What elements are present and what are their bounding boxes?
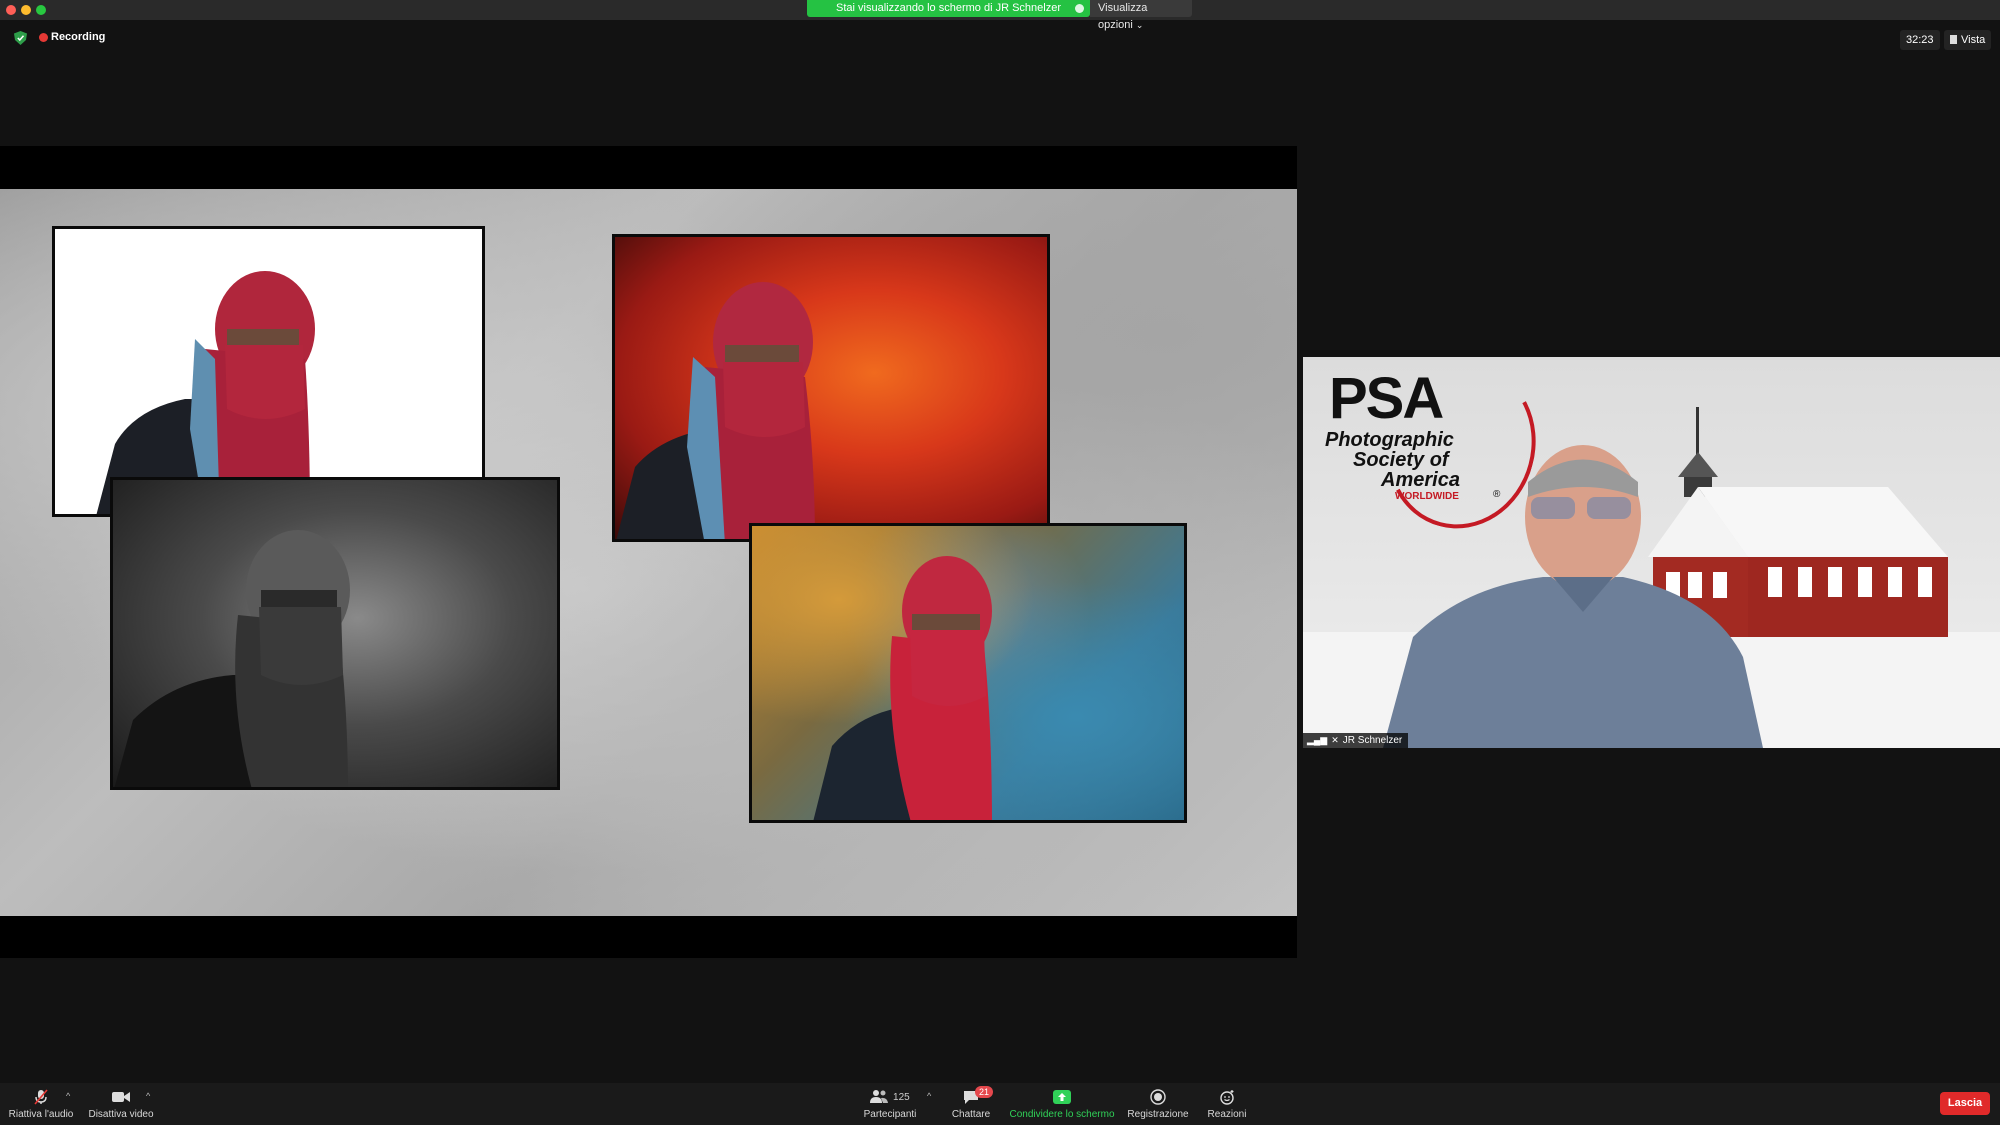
video-options-caret-icon[interactable]: ^ [146,1091,150,1101]
stop-video-button[interactable]: Disattiva video [86,1083,156,1125]
record-button[interactable]: Registrazione [1124,1083,1192,1125]
view-button-label: Vista [1961,34,1986,46]
chat-button[interactable]: Chattare 21 [945,1083,997,1125]
share-screen-button[interactable]: Condividere lo schermo [1008,1083,1116,1125]
recording-dot-icon [39,33,48,42]
speaker-video[interactable]: PSA Photographic Society of America WORL… [1303,357,2000,748]
chat-label: Chattare [951,1109,991,1120]
record-icon [1150,1089,1166,1105]
photo-painterly [749,523,1187,823]
close-window-button[interactable] [6,5,16,15]
unmute-label: Riattiva l'audio [8,1109,74,1120]
pin-icon: ✕ [1331,735,1339,745]
shield-icon[interactable] [14,31,27,45]
meeting-timer: 32:23 [1900,30,1940,50]
video-camera-icon [112,1092,130,1102]
shared-screen [0,146,1297,958]
participants-count: 125 [893,1092,910,1103]
participant-name: JR Schnelzer [1342,735,1403,746]
microphone-muted-icon [34,1089,48,1105]
psa-logo-text: PSA [1329,366,1444,431]
chevron-down-icon: ⌄ [1135,20,1144,30]
view-options-button[interactable]: Visualizza opzioni ⌄ [1090,0,1192,31]
share-banner-text: Stai visualizzando lo schermo di JR Schn… [836,2,1061,14]
share-screen-icon [1053,1090,1071,1104]
slide-background [0,189,1297,916]
record-label: Registrazione [1127,1109,1189,1120]
view-button[interactable]: Vista [1944,30,1992,50]
stop-video-label: Disattiva video [88,1109,154,1120]
fullscreen-window-button[interactable] [36,5,46,15]
participants-button[interactable]: 125 Partecipanti [860,1083,920,1125]
leave-meeting-button[interactable]: Lascia [1940,1092,1990,1115]
screen-share-banner: Stai visualizzando lo schermo di JR Schn… [807,0,1090,17]
share-screen-label: Condividere lo schermo [1009,1109,1115,1120]
participants-label: Partecipanti [863,1109,917,1120]
audio-options-caret-icon[interactable]: ^ [66,1091,70,1101]
chat-unread-badge: 21 [975,1086,993,1098]
photo-black-white [110,477,560,790]
reactions-button[interactable]: Reazioni [1200,1083,1254,1125]
recording-label[interactable]: Recording [51,31,105,43]
reactions-label: Reazioni [1207,1109,1247,1120]
presenter-figure [1383,445,1763,748]
portrait-figure-1 [96,271,315,514]
photo-white-background [52,226,485,517]
portrait-figure-2 [616,282,815,539]
meeting-toolbar: Riattiva l'audio ^ Disattiva video ^ 125… [0,1083,2000,1125]
portrait-figure-4 [813,556,992,820]
view-layout-icon [1950,35,1957,44]
reactions-icon [1220,1090,1234,1105]
unmute-button[interactable]: Riattiva l'audio [6,1083,76,1125]
share-status-dot [1075,4,1084,13]
portrait-figure-3 [114,530,350,787]
photo-red-texture [612,234,1050,542]
signal-icon: ▂▄▆ [1307,735,1328,745]
participants-icon [870,1090,889,1103]
participants-caret-icon[interactable]: ^ [927,1091,931,1101]
minimize-window-button[interactable] [21,5,31,15]
participant-name-tag: ▂▄▆ ✕ JR Schnelzer [1303,733,1409,748]
